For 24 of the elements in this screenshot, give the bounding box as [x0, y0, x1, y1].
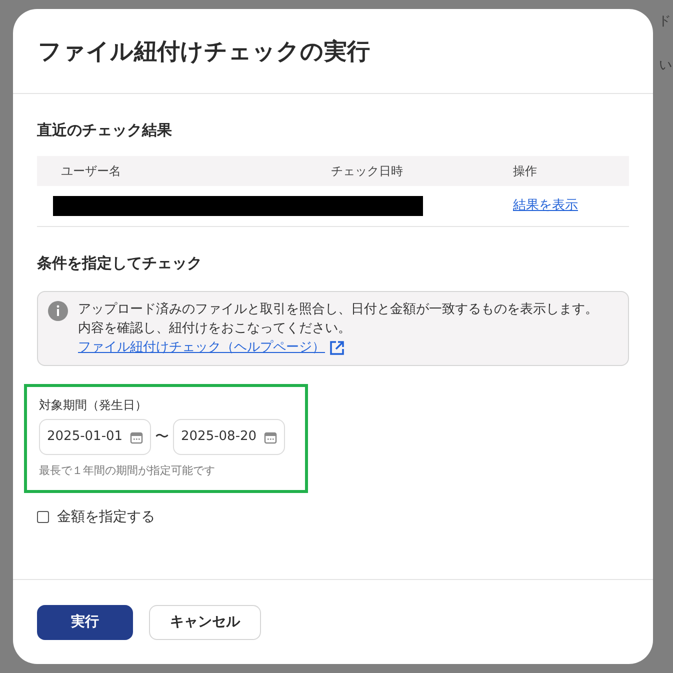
background-text: ド: [658, 13, 671, 31]
date-field[interactable]: 2025-08-20: [173, 419, 285, 455]
info-icon: [48, 301, 68, 321]
column-header: チェック日時: [331, 163, 404, 180]
background-text: い: [659, 57, 672, 75]
date-field[interactable]: 2025-01-01: [39, 419, 151, 455]
calendar-icon: [130, 430, 143, 444]
range-separator: 〜: [155, 428, 169, 446]
calendar-icon: [264, 430, 277, 444]
view-result-link[interactable]: 結果を表示: [505, 196, 613, 216]
section-heading: 条件を指定してチェック: [37, 253, 203, 274]
hint-text: 最長で１年間の期間が指定可能です: [39, 463, 216, 479]
cancel-button[interactable]: キャンセル: [149, 604, 261, 640]
field-label: 対象期間（発生日）: [39, 397, 148, 413]
info-text: 内容を確認し、紐付けをおこなってください。: [78, 320, 352, 338]
column-header: 操作: [513, 163, 538, 180]
run-button[interactable]: 実行: [37, 604, 133, 640]
info-text: アップロード済みのファイルと取引を照合し、日付と金額が一致するものを表示します。: [78, 301, 598, 319]
checkbox-label: 金額を指定する: [57, 508, 155, 526]
column-header: ユーザー名: [61, 163, 122, 180]
section-heading: 直近のチェック結果: [37, 120, 173, 141]
dialog-title: ファイル紐付けチェックの実行: [38, 38, 371, 67]
checkbox[interactable]: [37, 511, 49, 523]
external-link-icon: [329, 340, 345, 356]
